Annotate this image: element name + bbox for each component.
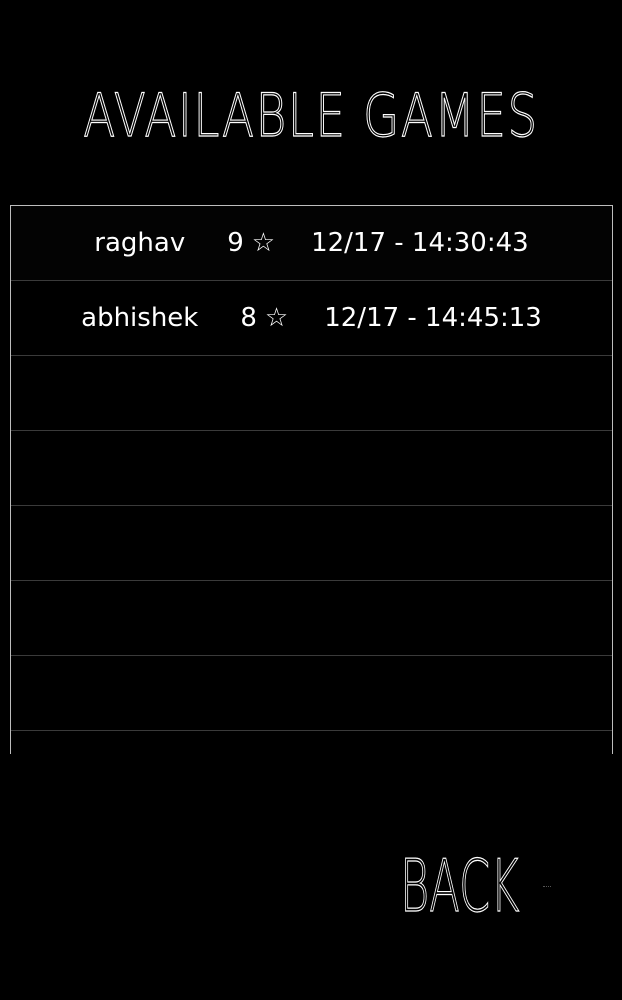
game-datetime: 12/17 - 14:45:13 xyxy=(324,303,542,333)
star-outline-icon: ☆ xyxy=(251,228,276,258)
star-count: 8 xyxy=(240,303,257,333)
star-outline-icon: ☆ xyxy=(264,303,289,333)
game-row-raghav[interactable]: raghav 9 ☆ 12/17 - 14:30:43 xyxy=(11,206,612,281)
empty-row xyxy=(11,356,612,431)
game-row-content: abhishek 8 ☆ 12/17 - 14:45:13 xyxy=(11,281,612,355)
empty-row xyxy=(11,731,612,754)
decorative-dots xyxy=(543,886,551,889)
star-count: 9 xyxy=(227,228,244,258)
empty-row xyxy=(11,581,612,656)
player-name: abhishek xyxy=(81,303,199,333)
empty-row xyxy=(11,431,612,506)
game-row-content: raghav 9 ☆ 12/17 - 14:30:43 xyxy=(11,206,612,280)
page-title: AVAILABLE GAMES xyxy=(83,80,539,151)
game-row-abhishek[interactable]: abhishek 8 ☆ 12/17 - 14:45:13 xyxy=(11,281,612,356)
back-button[interactable]: BACK xyxy=(400,842,520,930)
player-name: raghav xyxy=(94,228,186,258)
games-list: raghav 9 ☆ 12/17 - 14:30:43 abhishek 8 ☆ 12/17… xyxy=(10,205,613,754)
empty-row xyxy=(11,506,612,581)
empty-row xyxy=(11,656,612,731)
game-datetime: 12/17 - 14:30:43 xyxy=(311,228,529,258)
